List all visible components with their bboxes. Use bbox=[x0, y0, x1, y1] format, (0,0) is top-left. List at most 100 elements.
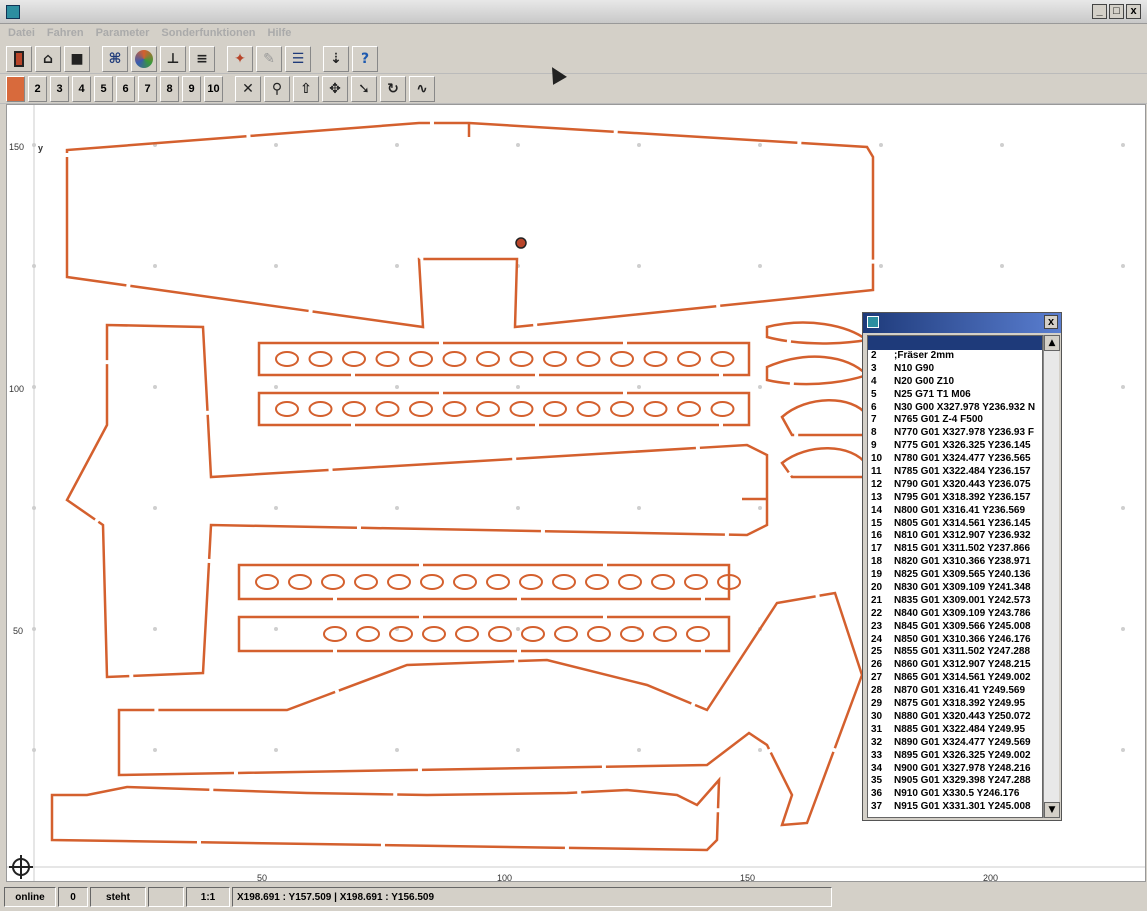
nc-code-row[interactable]: 6 N30 G00 X327.978 Y236.932 N bbox=[868, 402, 1042, 415]
nc-code-row[interactable]: 21 N835 G01 X309.001 Y242.573 bbox=[868, 595, 1042, 608]
nc-code-row[interactable]: 27 N865 G01 X314.561 Y249.002 bbox=[868, 672, 1042, 685]
hole-ellipse bbox=[476, 351, 500, 367]
nc-code-row[interactable]: 5 N25 G71 T1 M06 bbox=[868, 389, 1042, 402]
nc-code-row[interactable]: 12 N790 G01 X320.443 Y236.075 bbox=[868, 479, 1042, 492]
nc-code-row[interactable]: 19 N825 G01 X309.565 Y240.136 bbox=[868, 569, 1042, 582]
tool-slot-2[interactable]: 2 bbox=[28, 75, 47, 102]
nc-code-row[interactable]: 9 N775 G01 X326.325 Y236.145 bbox=[868, 440, 1042, 453]
scroll-down-icon[interactable]: ▼ bbox=[1044, 802, 1060, 818]
nc-code-row[interactable]: 17 N815 G01 X311.502 Y237.866 bbox=[868, 543, 1042, 556]
anchor-button[interactable]: ⊥ bbox=[160, 45, 186, 72]
nc-code-row[interactable]: 34 N900 G01 X327.978 Y248.216 bbox=[868, 763, 1042, 776]
tool-slot-7[interactable]: 7 bbox=[138, 75, 157, 102]
nc-code-list[interactable]: 2 ;Fräser 2mm 3 N10 G90 4 N20 G00 Z10 5 N25 G71… bbox=[867, 335, 1043, 818]
nc-code-row[interactable]: 4 N20 G00 Z10 bbox=[868, 376, 1042, 389]
nc-close-button[interactable]: x bbox=[1044, 315, 1058, 329]
hole-ellipse bbox=[409, 401, 433, 417]
menu-fahren[interactable]: Fahren bbox=[47, 27, 84, 39]
menu-datei[interactable]: Datei bbox=[8, 27, 35, 39]
nc-code-row[interactable]: 22 N840 G01 X309.109 Y243.786 bbox=[868, 608, 1042, 621]
nodes-button[interactable]: ⌘ bbox=[102, 45, 128, 72]
hole-ellipse bbox=[677, 351, 701, 367]
tool-slot-4[interactable]: 4 bbox=[72, 75, 91, 102]
nc-code-row[interactable]: 26 N860 G01 X312.907 Y248.215 bbox=[868, 659, 1042, 672]
tool-slot-6[interactable]: 6 bbox=[116, 75, 135, 102]
nc-code-row[interactable]: 16 N810 G01 X312.907 Y236.932 bbox=[868, 530, 1042, 543]
exit-button[interactable] bbox=[6, 45, 32, 72]
exit-icon bbox=[14, 50, 24, 67]
nc-code-row[interactable]: 25 N855 G01 X311.502 Y247.288 bbox=[868, 646, 1042, 659]
nc-line-code: N885 G01 X322.484 Y249.95 bbox=[894, 723, 1026, 735]
nc-line-code: N860 G01 X312.907 Y248.215 bbox=[894, 659, 1031, 671]
menu-sonderfunktionen[interactable]: Sonderfunktionen bbox=[161, 27, 255, 39]
nc-code-row[interactable]: 18 N820 G01 X310.366 Y238.971 bbox=[868, 556, 1042, 569]
nc-window-titlebar[interactable]: x bbox=[863, 313, 1061, 333]
nc-line-code: N20 G00 Z10 bbox=[894, 375, 955, 387]
close-button[interactable]: x bbox=[1126, 4, 1141, 19]
nc-code-row[interactable]: 7 N765 G01 Z-4 F500 bbox=[868, 414, 1042, 427]
save-icon: ■ bbox=[70, 50, 84, 67]
save-button[interactable]: ■ bbox=[64, 45, 90, 72]
tool-slot-1[interactable] bbox=[6, 75, 25, 102]
nc-line-number: 24 bbox=[871, 633, 883, 645]
nc-code-row[interactable]: 8 N770 G01 X327.978 Y236.93 F bbox=[868, 427, 1042, 440]
tool-slot-3[interactable]: 3 bbox=[50, 75, 69, 102]
small-airfoil-4 bbox=[780, 447, 869, 479]
hole-ellipse bbox=[710, 401, 735, 417]
nc-code-row[interactable]: 15 N805 G01 X314.561 Y236.145 bbox=[868, 518, 1042, 531]
color-button[interactable] bbox=[131, 45, 157, 72]
nc-line-code: N825 G01 X309.565 Y240.136 bbox=[894, 569, 1031, 581]
rotate-button[interactable]: ↻ bbox=[380, 75, 406, 102]
nc-code-row[interactable]: 37 N915 G01 X331.301 Y245.008 bbox=[868, 801, 1042, 814]
move-button[interactable]: ✥ bbox=[322, 75, 348, 102]
tool-slot-10[interactable]: 10 bbox=[204, 75, 223, 102]
nc-code-row[interactable]: 10 N780 G01 X324.477 Y236.565 bbox=[868, 453, 1042, 466]
nc-code-row[interactable]: 14 N800 G01 X316.41 Y236.569 bbox=[868, 505, 1042, 518]
tool-slot-5[interactable]: 5 bbox=[94, 75, 113, 102]
nc-code-row[interactable]: 2 ;Fräser 2mm bbox=[868, 350, 1042, 363]
nc-selected-row[interactable] bbox=[868, 336, 1042, 350]
main-toolbar: ⌂ ■ ⌘ ⊥ ≡ ✦ ✎ ☰ ⇣ ? bbox=[0, 44, 1147, 74]
nc-code-row[interactable]: 23 N845 G01 X309.566 Y245.008 bbox=[868, 621, 1042, 634]
hole-ellipse bbox=[576, 401, 601, 417]
nc-code-row[interactable]: 32 N890 G01 X324.477 Y249.569 bbox=[868, 737, 1042, 750]
nc-code-row[interactable]: 36 N910 G01 X330.5 Y246.176 bbox=[868, 788, 1042, 801]
nc-code-row[interactable]: 3 N10 G90 bbox=[868, 363, 1042, 376]
measure-button[interactable]: ∿ bbox=[409, 75, 435, 102]
nc-code-row[interactable]: 33 N895 G01 X326.325 Y249.002 bbox=[868, 750, 1042, 763]
nc-line-code: N895 G01 X326.325 Y249.002 bbox=[894, 749, 1031, 761]
menu-hilfe[interactable]: Hilfe bbox=[268, 27, 292, 39]
nc-code-row[interactable]: 30 N880 G01 X320.443 Y250.072 bbox=[868, 711, 1042, 724]
nc-code-row[interactable]: 24 N850 G01 X310.366 Y246.176 bbox=[868, 634, 1042, 647]
nc-code-row[interactable]: 35 N905 G01 X329.398 Y247.288 bbox=[868, 775, 1042, 788]
tools-button[interactable]: ✦ bbox=[227, 45, 253, 72]
nc-scrollbar[interactable]: ▲ ▼ bbox=[1043, 335, 1060, 818]
up-button[interactable]: ⇧ bbox=[293, 75, 319, 102]
pointer-button[interactable]: ➘ bbox=[351, 75, 377, 102]
menu-parameter[interactable]: Parameter bbox=[96, 27, 150, 39]
nc-line-number: 18 bbox=[871, 556, 883, 568]
hole-ellipse bbox=[643, 351, 668, 367]
zoom-button[interactable]: ⚲ bbox=[264, 75, 290, 102]
help-button[interactable]: ? bbox=[352, 45, 378, 72]
hole-ellipse bbox=[554, 626, 578, 642]
spindle-button[interactable]: ⇣ bbox=[323, 45, 349, 72]
pen-button[interactable]: ✎ bbox=[256, 45, 282, 72]
open-button[interactable]: ⌂ bbox=[35, 45, 61, 72]
nc-code-row[interactable]: 11 N785 G01 X322.484 Y236.157 bbox=[868, 466, 1042, 479]
layers-button[interactable]: ≡ bbox=[189, 45, 215, 72]
nc-code-row[interactable]: 20 N830 G01 X309.109 Y241.348 bbox=[868, 582, 1042, 595]
scroll-up-icon[interactable]: ▲ bbox=[1044, 335, 1060, 351]
x-tick-150: 150 bbox=[740, 873, 756, 882]
nc-code-row[interactable]: 29 N875 G01 X318.392 Y249.95 bbox=[868, 698, 1042, 711]
tool-slot-8[interactable]: 8 bbox=[160, 75, 179, 102]
nc-code-row[interactable]: 28 N870 G01 X316.41 Y249.569 bbox=[868, 685, 1042, 698]
list-button[interactable]: ☰ bbox=[285, 45, 311, 72]
cancel-button[interactable]: ✕ bbox=[235, 75, 261, 102]
minimize-button[interactable]: _ bbox=[1092, 4, 1107, 19]
nc-code-row[interactable]: 13 N795 G01 X318.392 Y236.157 bbox=[868, 492, 1042, 505]
nc-code-row[interactable]: 31 N885 G01 X322.484 Y249.95 bbox=[868, 724, 1042, 737]
rib-strip-4 bbox=[237, 615, 731, 653]
maximize-button[interactable]: □ bbox=[1109, 4, 1124, 19]
tool-slot-9[interactable]: 9 bbox=[182, 75, 201, 102]
